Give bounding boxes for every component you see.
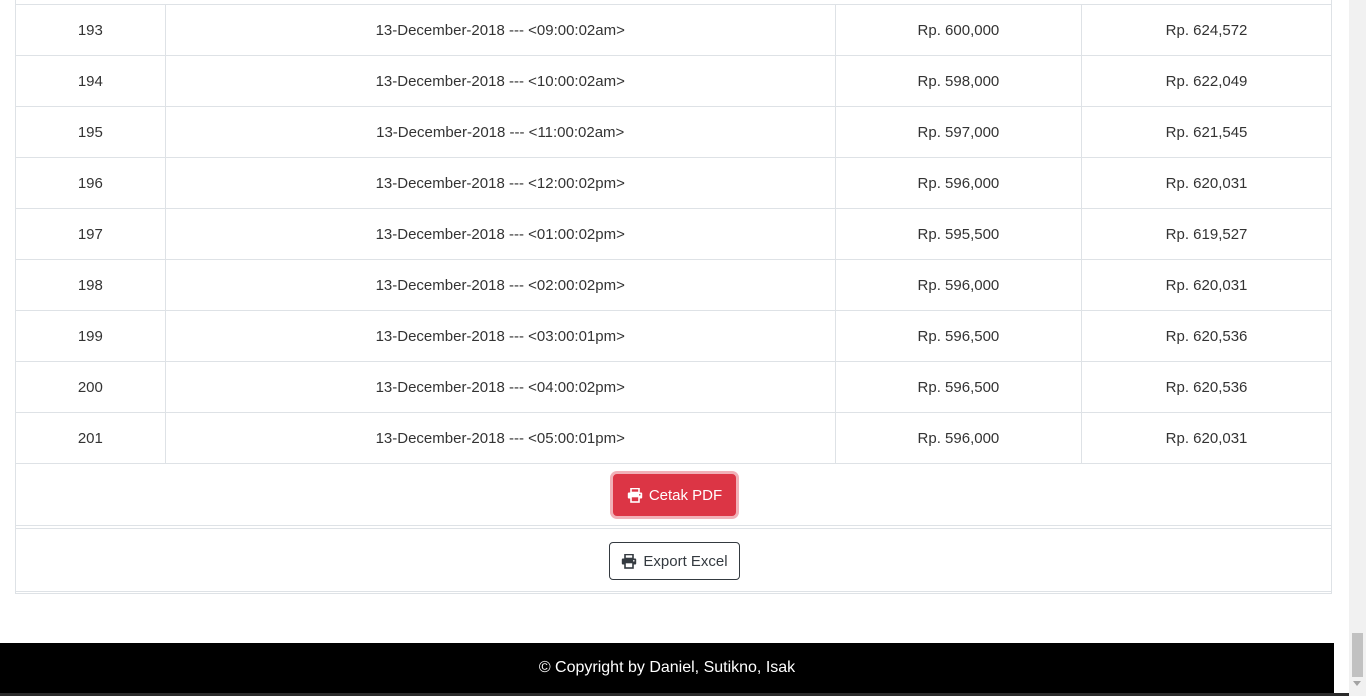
adjusted-price-cell: Rp. 621,545 [1081, 106, 1331, 158]
row-number-cell: 195 [16, 106, 166, 158]
table-row: 199 13-December-2018 --- <03:00:01pm> Rp. … [16, 310, 1331, 362]
divider [16, 591, 1331, 592]
adjusted-price-cell: Rp. 620,031 [1081, 412, 1331, 464]
adjusted-price-cell: Rp. 622,049 [1081, 55, 1331, 107]
price-cell: Rp. 596,000 [834, 157, 1082, 209]
datetime-cell: 13-December-2018 --- <04:00:02pm> [164, 361, 836, 413]
table-row: 194 13-December-2018 --- <10:00:02am> Rp. … [16, 55, 1331, 107]
adjusted-price-cell: Rp. 620,031 [1081, 157, 1331, 209]
table-row: 200 13-December-2018 --- <04:00:02pm> Rp. … [16, 361, 1331, 413]
table-row: 196 13-December-2018 --- <12:00:02pm> Rp. … [16, 157, 1331, 209]
printer-icon [621, 553, 637, 569]
price-cell: Rp. 596,000 [834, 412, 1082, 464]
export-excel-button[interactable]: Export Excel [609, 542, 740, 580]
table-row: 198 13-December-2018 --- <02:00:02pm> Rp. … [16, 259, 1331, 311]
datetime-cell: 13-December-2018 --- <10:00:02am> [164, 55, 836, 107]
table-row: 193 13-December-2018 --- <09:00:02am> Rp. … [16, 4, 1331, 56]
row-number-cell: 196 [16, 157, 166, 209]
adjusted-price-cell: Rp. 619,527 [1081, 208, 1331, 260]
adjusted-price-cell: Rp. 624,572 [1081, 4, 1331, 56]
table-row: 197 13-December-2018 --- <01:00:02pm> Rp. … [16, 208, 1331, 260]
datetime-cell: 13-December-2018 --- <12:00:02pm> [164, 157, 836, 209]
divider [16, 525, 1331, 526]
price-history-table: 193 13-December-2018 --- <09:00:02am> Rp. … [16, 4, 1331, 464]
row-number-cell: 200 [16, 361, 166, 413]
datetime-cell: 13-December-2018 --- <05:00:01pm> [164, 412, 836, 464]
datetime-cell: 13-December-2018 --- <03:00:01pm> [164, 310, 836, 362]
row-number-cell: 194 [16, 55, 166, 107]
site-footer: © Copyright by Daniel, Sutikno, Isak [0, 643, 1334, 693]
row-number-cell: 193 [16, 4, 166, 56]
datetime-cell: 13-December-2018 --- <11:00:02am> [164, 106, 836, 158]
row-number-cell: 201 [16, 412, 166, 464]
copyright-text: © Copyright by Daniel, Sutikno, Isak [538, 659, 796, 676]
printer-icon [627, 487, 643, 503]
row-number-cell: 199 [16, 310, 166, 362]
datetime-cell: 13-December-2018 --- <02:00:02pm> [164, 259, 836, 311]
page: 193 13-December-2018 --- <09:00:02am> Rp. … [0, 0, 1366, 696]
price-cell: Rp. 596,000 [834, 259, 1082, 311]
adjusted-price-cell: Rp. 620,536 [1081, 310, 1331, 362]
scroll-down-arrow-icon[interactable] [1353, 681, 1361, 686]
adjusted-price-cell: Rp. 620,536 [1081, 361, 1331, 413]
export-excel-label: Export Excel [643, 552, 728, 570]
datetime-cell: 13-December-2018 --- <09:00:02am> [164, 4, 836, 56]
scrollbar-thumb[interactable] [1352, 633, 1363, 677]
price-cell: Rp. 596,500 [834, 361, 1082, 413]
row-number-cell: 198 [16, 259, 166, 311]
price-cell: Rp. 600,000 [834, 4, 1082, 56]
price-cell: Rp. 597,000 [834, 106, 1082, 158]
price-cell: Rp. 595,500 [834, 208, 1082, 260]
adjusted-price-cell: Rp. 620,031 [1081, 259, 1331, 311]
main-content: 193 13-December-2018 --- <09:00:02am> Rp. … [0, 0, 1334, 643]
table-body: 193 13-December-2018 --- <09:00:02am> Rp. … [16, 4, 1331, 464]
price-cell: Rp. 596,500 [834, 310, 1082, 362]
table-row: 195 13-December-2018 --- <11:00:02am> Rp. … [16, 106, 1331, 158]
print-pdf-label: Cetak PDF [648, 486, 723, 504]
print-pdf-button[interactable]: Cetak PDF [613, 474, 736, 516]
divider [16, 528, 1331, 529]
table-row: 201 13-December-2018 --- <05:00:01pm> Rp. … [16, 412, 1331, 464]
row-number-cell: 197 [16, 208, 166, 260]
vertical-scrollbar[interactable] [1349, 0, 1366, 696]
datetime-cell: 13-December-2018 --- <01:00:02pm> [164, 208, 836, 260]
price-cell: Rp. 598,000 [834, 55, 1082, 107]
